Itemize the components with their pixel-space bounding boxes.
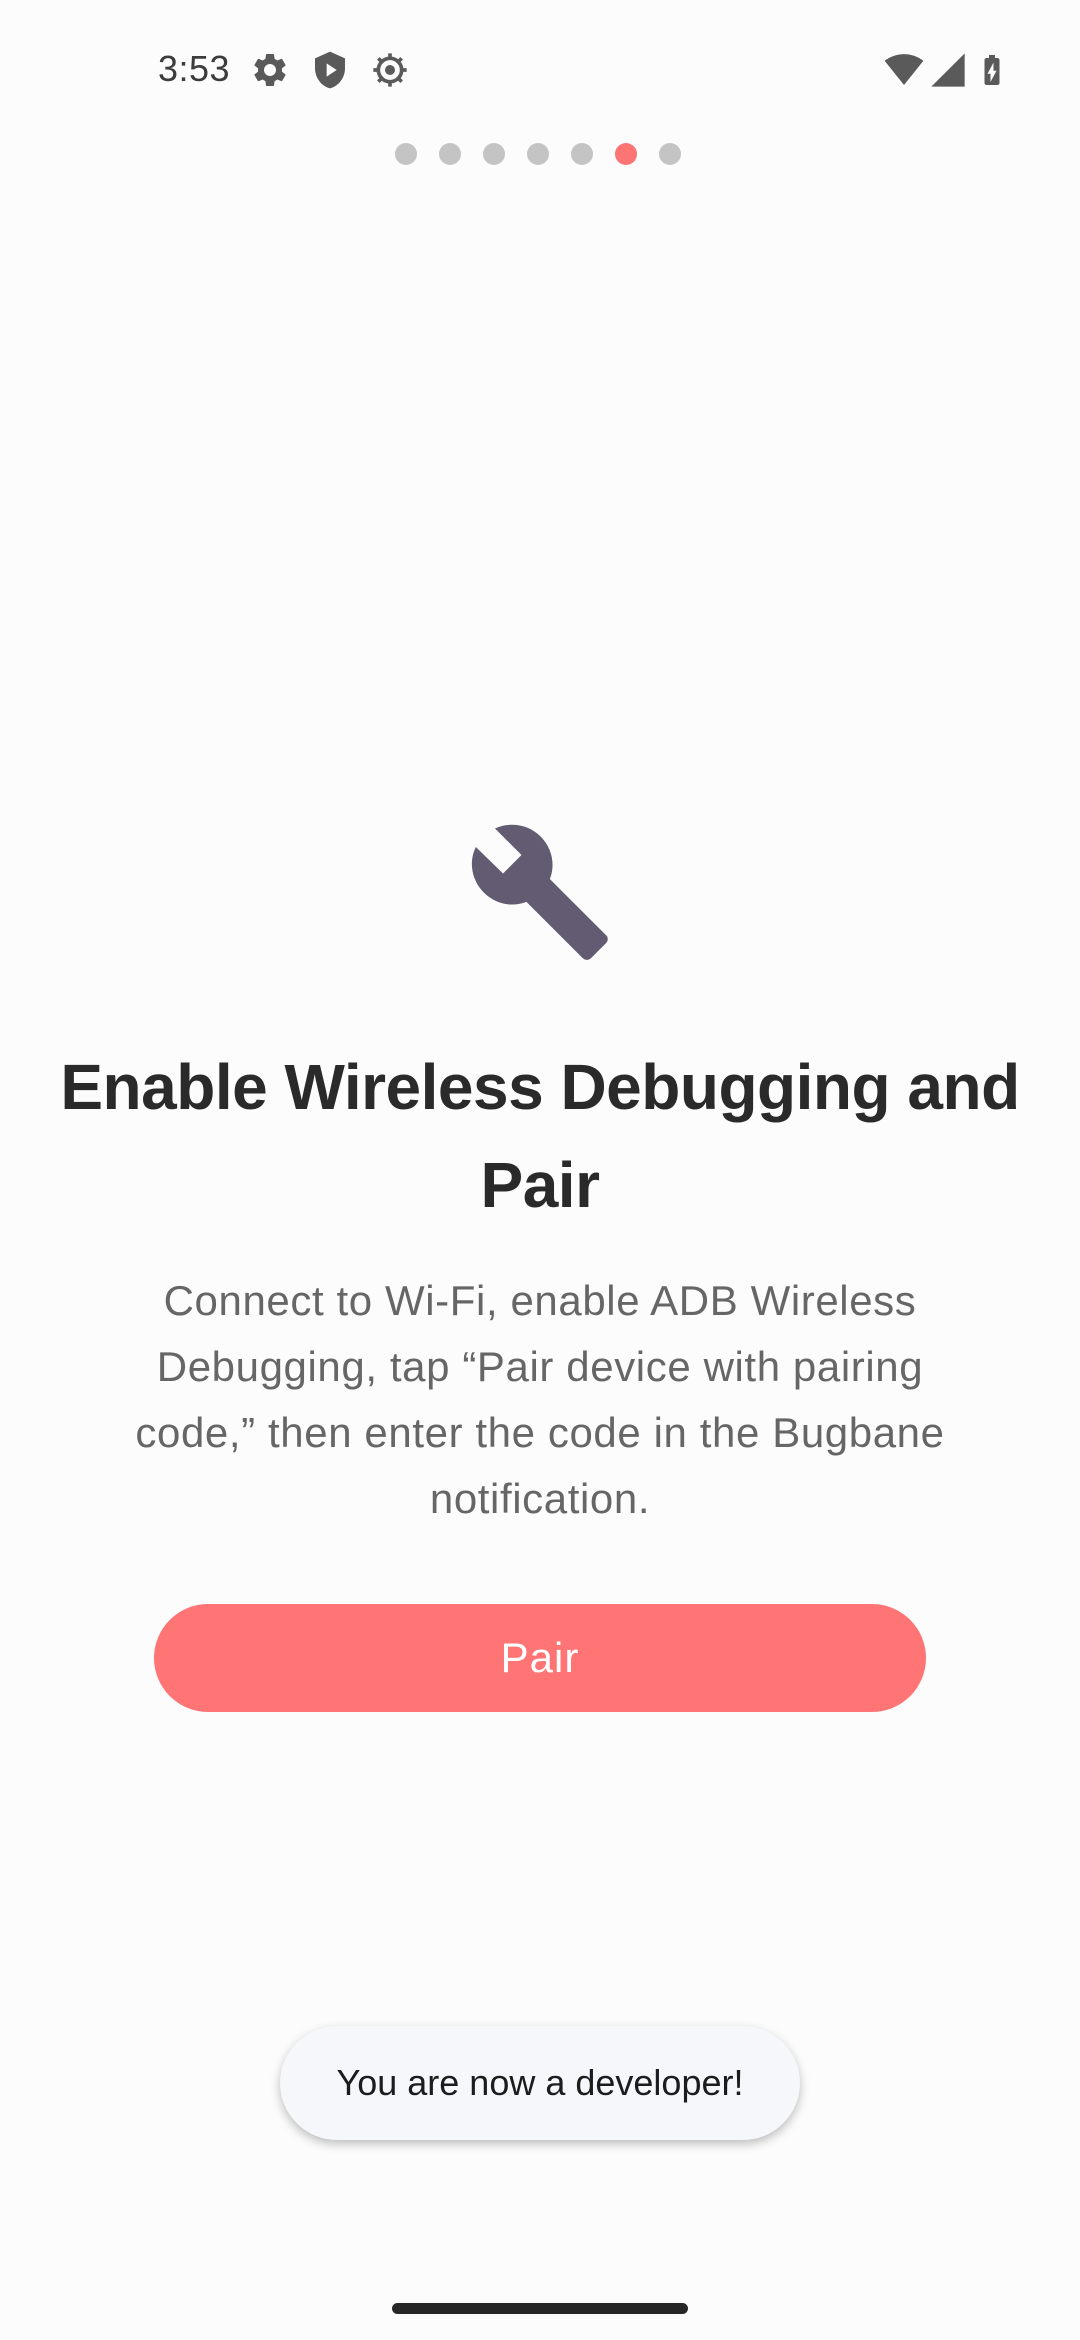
wifi-icon [882, 50, 926, 90]
gear-icon [250, 50, 290, 90]
status-time: 3:53 [158, 48, 231, 89]
pair-button[interactable]: Pair [154, 1604, 926, 1712]
page-indicator [0, 143, 1080, 165]
page-dot-active [615, 143, 637, 165]
battery-charging-icon [974, 50, 1010, 90]
page-dot [527, 143, 549, 165]
toast: You are now a developer! [280, 2026, 800, 2140]
page-dot [571, 143, 593, 165]
page-dot [483, 143, 505, 165]
instructions-text: Connect to Wi-Fi, enable ADB Wireless De… [135, 1277, 945, 1522]
status-bar: 3:53 [0, 0, 1080, 140]
toast-message: You are now a developer! [336, 2062, 744, 2103]
gesture-nav-handle[interactable] [392, 2303, 688, 2314]
signal-icon [928, 50, 968, 90]
wrench-icon [466, 818, 614, 966]
page-dot [395, 143, 417, 165]
onboarding-screen: 3:53 Enable Wireless Debugging and Pair … [0, 0, 1080, 2340]
page-dot [439, 143, 461, 165]
bug-gear-icon [370, 50, 410, 90]
page-title: Enable Wireless Debugging and Pair [60, 1051, 1020, 1221]
page-dot [659, 143, 681, 165]
shield-play-icon [310, 50, 350, 90]
